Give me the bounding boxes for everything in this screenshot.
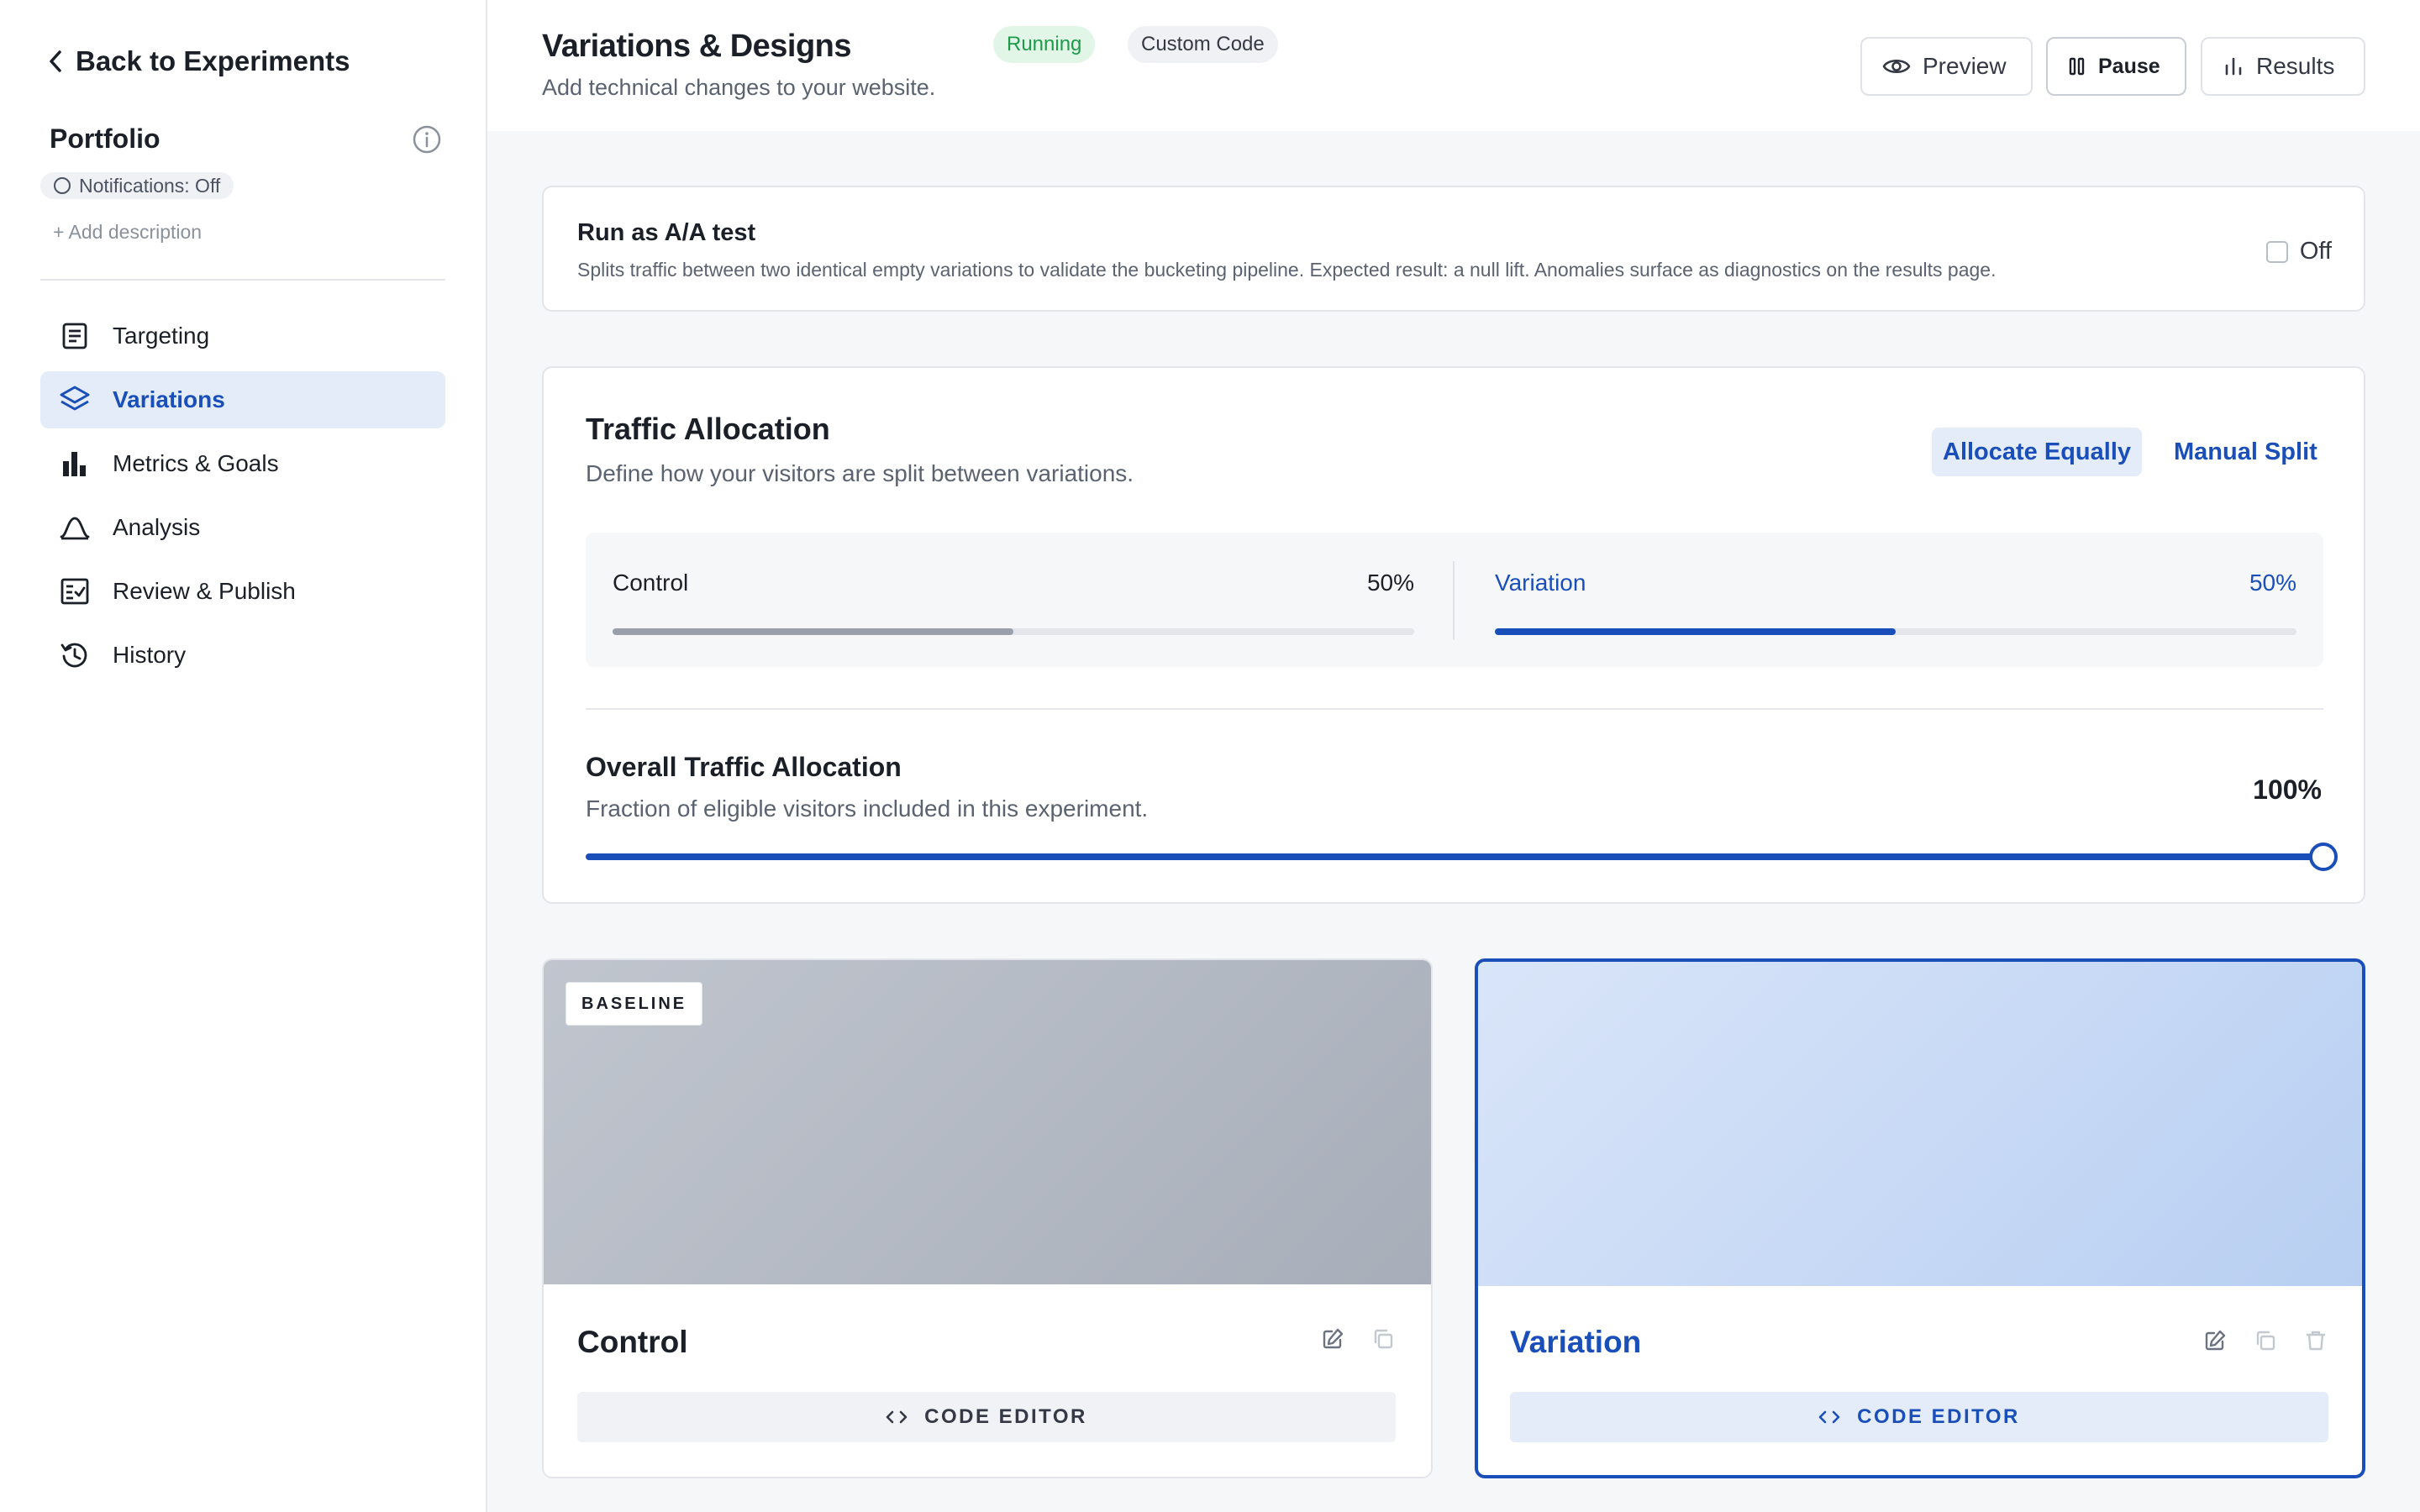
sidebar-divider [40,279,445,281]
layers-icon [59,384,91,416]
traffic-allocation-subtitle: Define how your visitors are split betwe… [586,460,1134,486]
section-divider [586,708,2323,710]
bar-chart-icon [2223,55,2244,77]
eye-icon [1882,55,1911,77]
split-track [1495,628,2296,635]
split-fill [613,628,1013,635]
sidebar-item-review-publish[interactable]: Review & Publish [40,563,445,620]
traffic-split-panel: Control 50% Variation 50% [586,533,2323,667]
duplicate-icon[interactable] [1370,1326,1396,1352]
overall-allocation-percent: 100% [2253,774,2322,805]
sidebar-item-analysis[interactable]: Analysis [40,499,445,556]
aa-test-checkbox[interactable] [2265,240,2288,263]
sidebar-item-label: Review & Publish [113,578,296,604]
checklist-icon [59,575,91,607]
sidebar-item-metrics-goals[interactable]: Metrics & Goals [40,435,445,492]
manual-split-button[interactable]: Manual Split [2174,428,2317,476]
aa-test-card: Run as A/A test Splits traffic between t… [542,186,2365,312]
sidebar-nav: Targeting Variations Metrics & Goals Ana… [40,307,445,690]
overall-allocation-title: Overall Traffic Allocation [586,752,902,782]
variation-preview [1478,962,2362,1286]
sidebar-item-label: Metrics & Goals [113,450,279,476]
slider-fill [586,853,2323,860]
variation-actions [1320,1326,1396,1352]
variation-preview: BASELINE [544,960,1431,1284]
edit-icon[interactable] [1320,1326,1345,1352]
edit-icon[interactable] [2202,1328,2228,1353]
control-variation-card[interactable]: BASELINE Control CODE EDITOR [542,958,1433,1478]
trash-icon[interactable] [2303,1328,2328,1353]
type-badge: Custom Code [1128,26,1278,63]
results-button[interactable]: Results [2201,37,2365,96]
aa-test-description: Splits traffic between two identical emp… [577,259,1996,281]
slider-thumb[interactable] [2309,843,2338,871]
code-icon [886,1409,908,1425]
split-control: Control 50% [613,533,1414,667]
allocate-equally-button[interactable]: Allocate Equally [1932,428,2143,476]
split-track [613,628,1414,635]
code-icon [1818,1409,1840,1425]
page-title: Variations & Designs [542,29,852,64]
traffic-allocation-title: Traffic Allocation [586,412,830,446]
split-divider [1453,561,1455,640]
history-icon [59,639,91,671]
sidebar-item-label: Variations [113,386,225,412]
document-list-icon [59,320,91,352]
notifications-status[interactable]: Notifications: Off [40,172,234,199]
split-fill [1495,628,1896,635]
aa-test-toggle[interactable]: Off [2265,238,2332,265]
code-editor-label: CODE EDITOR [1857,1405,2020,1428]
baseline-tag: BASELINE [566,982,703,1026]
back-to-experiments-link[interactable]: Back to Experiments [47,42,350,81]
sidebar-item-targeting[interactable]: Targeting [40,307,445,365]
bell-curve-icon [59,512,91,543]
status-badge: Running [993,26,1096,63]
pause-button[interactable]: Pause [2046,37,2186,96]
info-icon[interactable] [412,124,442,155]
pause-label: Pause [2098,54,2160,78]
page-subtitle: Add technical changes to your website. [542,75,936,100]
sidebar-item-label: Analysis [113,514,201,540]
bar-chart-icon [59,448,91,480]
preview-button[interactable]: Preview [1860,37,2033,96]
sidebar-item-history[interactable]: History [40,627,445,684]
add-description-link[interactable]: + Add description [53,221,202,244]
duplicate-icon[interactable] [2253,1328,2278,1353]
preview-label: Preview [1923,53,2007,79]
overall-allocation-subtitle: Fraction of eligible visitors included i… [586,795,1149,822]
split-name: Variation [1495,570,1586,596]
code-editor-button[interactable]: CODE EDITOR [1510,1392,2328,1442]
aa-test-toggle-label: Off [2299,238,2332,265]
split-variation: Variation 50% [1495,533,2296,667]
code-editor-label: CODE EDITOR [924,1405,1087,1428]
aa-test-title: Run as A/A test [577,219,756,246]
variation-card[interactable]: Variation CODE EDITOR [1475,958,2365,1478]
results-label: Results [2256,53,2335,79]
notifications-label: Notifications: Off [79,174,221,197]
overall-allocation-slider[interactable] [586,843,2338,871]
variation-actions [2202,1328,2328,1353]
code-editor-button[interactable]: CODE EDITOR [577,1392,1396,1442]
variation-name: Variation [1510,1325,1642,1359]
split-percent: 50% [1366,570,1414,596]
traffic-allocation-card: Traffic Allocation Define how your visit… [542,366,2365,904]
variation-name: Control [577,1325,688,1359]
sidebar-item-label: Targeting [113,323,210,349]
chevron-left-icon [47,49,64,74]
split-name: Control [613,570,689,596]
sidebar-item-label: History [113,642,187,668]
split-percent: 50% [2249,570,2296,596]
pause-icon [2068,56,2086,76]
back-link-label: Back to Experiments [76,45,350,76]
project-title: Portfolio [50,123,160,154]
sidebar: Back to Experiments Portfolio Notificati… [0,0,487,1512]
status-circle-icon [54,177,71,194]
sidebar-item-variations[interactable]: Variations [40,371,445,428]
page-header: Variations & Designs Add technical chang… [487,0,2420,131]
